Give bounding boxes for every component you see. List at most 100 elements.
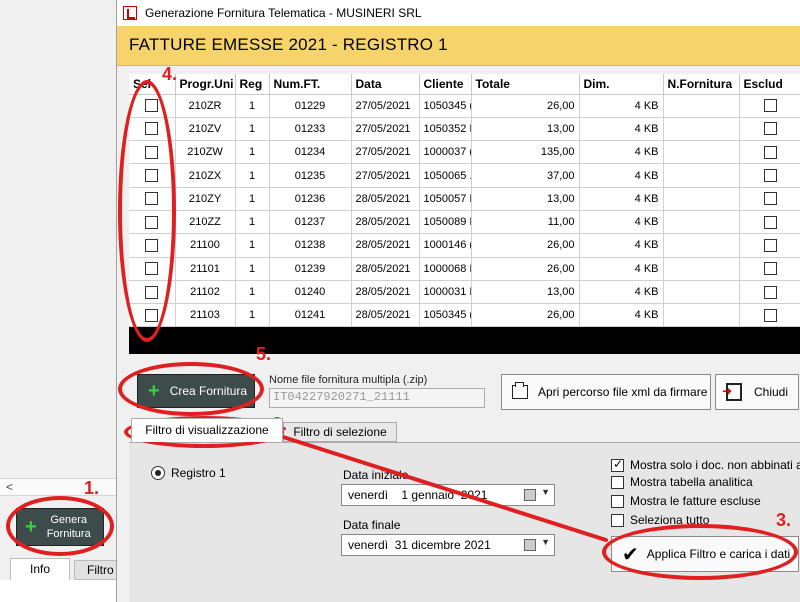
cell-data: 27/05/2021: [351, 94, 420, 118]
escludi-checkbox[interactable]: [763, 145, 777, 159]
cell-checkbox[interactable]: [739, 117, 800, 142]
option-checkbox-row[interactable]: Mostra le fatture escluse: [611, 494, 761, 508]
escludi-checkbox[interactable]: [763, 262, 777, 276]
cell-num: 01239: [269, 257, 352, 281]
cell-reg: 1: [235, 257, 270, 281]
annotation-ellipse-genera: [6, 496, 114, 556]
cell-data: 28/05/2021: [351, 303, 420, 328]
calendar-icon[interactable]: [524, 489, 536, 501]
cell-cliente: 1050345 (: [419, 94, 472, 118]
table-row[interactable]: 21101 1 01239 28/05/2021 1000068 I 26,00 4 KB: [129, 257, 800, 281]
cell-checkbox[interactable]: [739, 233, 800, 258]
cell-dim: 4 KB: [579, 233, 664, 258]
cell-num: 01236: [269, 187, 352, 211]
option-checkbox-row[interactable]: Mostra tabella analitica: [611, 475, 753, 489]
escludi-checkbox[interactable]: [763, 308, 777, 322]
chevron-down-icon[interactable]: ▼: [541, 537, 550, 547]
table-row[interactable]: 21103 1 01241 28/05/2021 1050345 (26,00 4 KB: [129, 303, 800, 328]
cell-checkbox[interactable]: [739, 210, 800, 235]
column-header[interactable]: Progr.Uni: [175, 74, 236, 95]
column-header[interactable]: Num.FT.: [269, 74, 352, 95]
app-icon: [123, 6, 137, 20]
table-row[interactable]: 210ZZ 1 01237 28/05/2021 1050089 I 11,00 4 KB: [129, 210, 800, 235]
cell-reg: 1: [235, 187, 270, 211]
cell-totale: 26,00: [471, 233, 580, 258]
escludi-checkbox[interactable]: [763, 122, 777, 136]
table-row[interactable]: 21102 1 01240 28/05/2021 1000031 I 13,00 4 KB: [129, 280, 800, 305]
table-row[interactable]: 210ZV 1 01233 27/05/2021 1050352 I 13,00 4 KB: [129, 117, 800, 142]
chevron-down-icon[interactable]: ▼: [541, 487, 550, 497]
cell-progr: 210ZZ: [175, 210, 236, 235]
cell-n-fornitura: [663, 210, 740, 235]
option-checkbox-row[interactable]: Mostra solo i doc. non abbinati a: [611, 457, 800, 472]
cell-num: 01234: [269, 140, 352, 165]
data-finale-picker[interactable]: venerdì 31 dicembre 2021 ▼: [341, 534, 555, 556]
cell-data: 28/05/2021: [351, 187, 420, 211]
apri-percorso-button[interactable]: Apri percorso file xml da firmare: [501, 374, 711, 410]
cell-checkbox[interactable]: [739, 187, 800, 211]
cell-totale: 13,00: [471, 117, 580, 142]
registro-radio[interactable]: [151, 466, 165, 480]
cell-checkbox[interactable]: [739, 94, 800, 118]
cell-checkbox[interactable]: [739, 163, 800, 188]
cell-progr: 210ZW: [175, 140, 236, 165]
escludi-checkbox[interactable]: [763, 99, 777, 113]
data-iniziale-picker[interactable]: venerdì 1 gennaio 2021 ▼: [341, 484, 555, 506]
chiudi-button[interactable]: Chiudi: [715, 374, 799, 410]
cell-data: 28/05/2021: [351, 210, 420, 235]
left-tab-content: [0, 580, 116, 602]
column-header[interactable]: Cliente: [419, 74, 472, 95]
cell-n-fornitura: [663, 163, 740, 188]
option-checkbox[interactable]: [611, 513, 624, 527]
cell-progr: 210ZY: [175, 187, 236, 211]
cell-checkbox[interactable]: [739, 280, 800, 305]
cell-data: 28/05/2021: [351, 280, 420, 305]
column-header[interactable]: Data: [351, 74, 420, 95]
option-checkbox[interactable]: [611, 475, 624, 489]
annotation-ellipse-applica: [602, 524, 798, 580]
nome-file-label: Nome file fornitura multipla (.zip): [269, 374, 428, 386]
table-row[interactable]: 210ZX 1 01235 27/05/2021 1050065 . 37,00 4 KB: [129, 163, 800, 188]
escludi-checkbox[interactable]: [763, 285, 777, 299]
annotation-ellipse-crea: [118, 362, 264, 416]
cell-n-fornitura: [663, 303, 740, 328]
tab-filtro-visualizzazione[interactable]: Filtro di visualizzazione: [131, 418, 283, 442]
cell-n-fornitura: [663, 94, 740, 118]
table-row[interactable]: 210ZY 1 01236 28/05/2021 1050057 I 13,00 4 KB: [129, 187, 800, 211]
escludi-checkbox[interactable]: [763, 215, 777, 229]
cell-data: 27/05/2021: [351, 117, 420, 142]
cell-dim: 4 KB: [579, 140, 664, 165]
cell-checkbox[interactable]: [739, 257, 800, 281]
table-header-row: Sel Progr.Uni Reg Num.FT. Data Cliente Totale D…: [129, 74, 800, 95]
option-checkbox[interactable]: [611, 494, 624, 508]
tab-info[interactable]: Info: [10, 558, 70, 580]
cell-dim: 4 KB: [579, 117, 664, 142]
data-finale-value: venerdì 31 dicembre 2021: [348, 538, 491, 552]
cell-reg: 1: [235, 163, 270, 188]
tab-filtro-selezione[interactable]: Filtro di selezione: [283, 422, 397, 442]
column-header[interactable]: Dim.: [579, 74, 664, 95]
apri-percorso-label: Apri percorso file xml da firmare: [538, 385, 708, 399]
cell-checkbox[interactable]: [739, 140, 800, 165]
calendar-icon[interactable]: [524, 539, 536, 551]
column-header[interactable]: N.Fornitura: [663, 74, 740, 95]
cell-num: 01229: [269, 94, 352, 118]
nome-file-input[interactable]: IT04227920271_21111: [269, 388, 485, 408]
option-checkbox[interactable]: [611, 457, 624, 472]
column-header[interactable]: Reg: [235, 74, 270, 95]
cell-totale: 11,00: [471, 210, 580, 235]
table-row[interactable]: 21100 1 01238 28/05/2021 1000146 (26,00 4 KB: [129, 233, 800, 258]
cell-checkbox[interactable]: [739, 303, 800, 328]
escludi-checkbox[interactable]: [763, 192, 777, 206]
column-header[interactable]: Totale: [471, 74, 580, 95]
cell-totale: 135,00: [471, 140, 580, 165]
table-row[interactable]: 210ZR 1 01229 27/05/2021 1050345 (26,00 4 KB: [129, 94, 800, 118]
cell-progr: 210ZR: [175, 94, 236, 118]
escludi-checkbox[interactable]: [763, 169, 777, 183]
column-header[interactable]: Esclud: [739, 74, 800, 95]
escludi-checkbox[interactable]: [763, 238, 777, 252]
cell-data: 27/05/2021: [351, 140, 420, 165]
scroll-left-icon[interactable]: <: [6, 480, 13, 494]
cell-cliente: 1050065 .: [419, 163, 472, 188]
table-row[interactable]: 210ZW 1 01234 27/05/2021 1000037 (135,00 4 KB: [129, 140, 800, 165]
